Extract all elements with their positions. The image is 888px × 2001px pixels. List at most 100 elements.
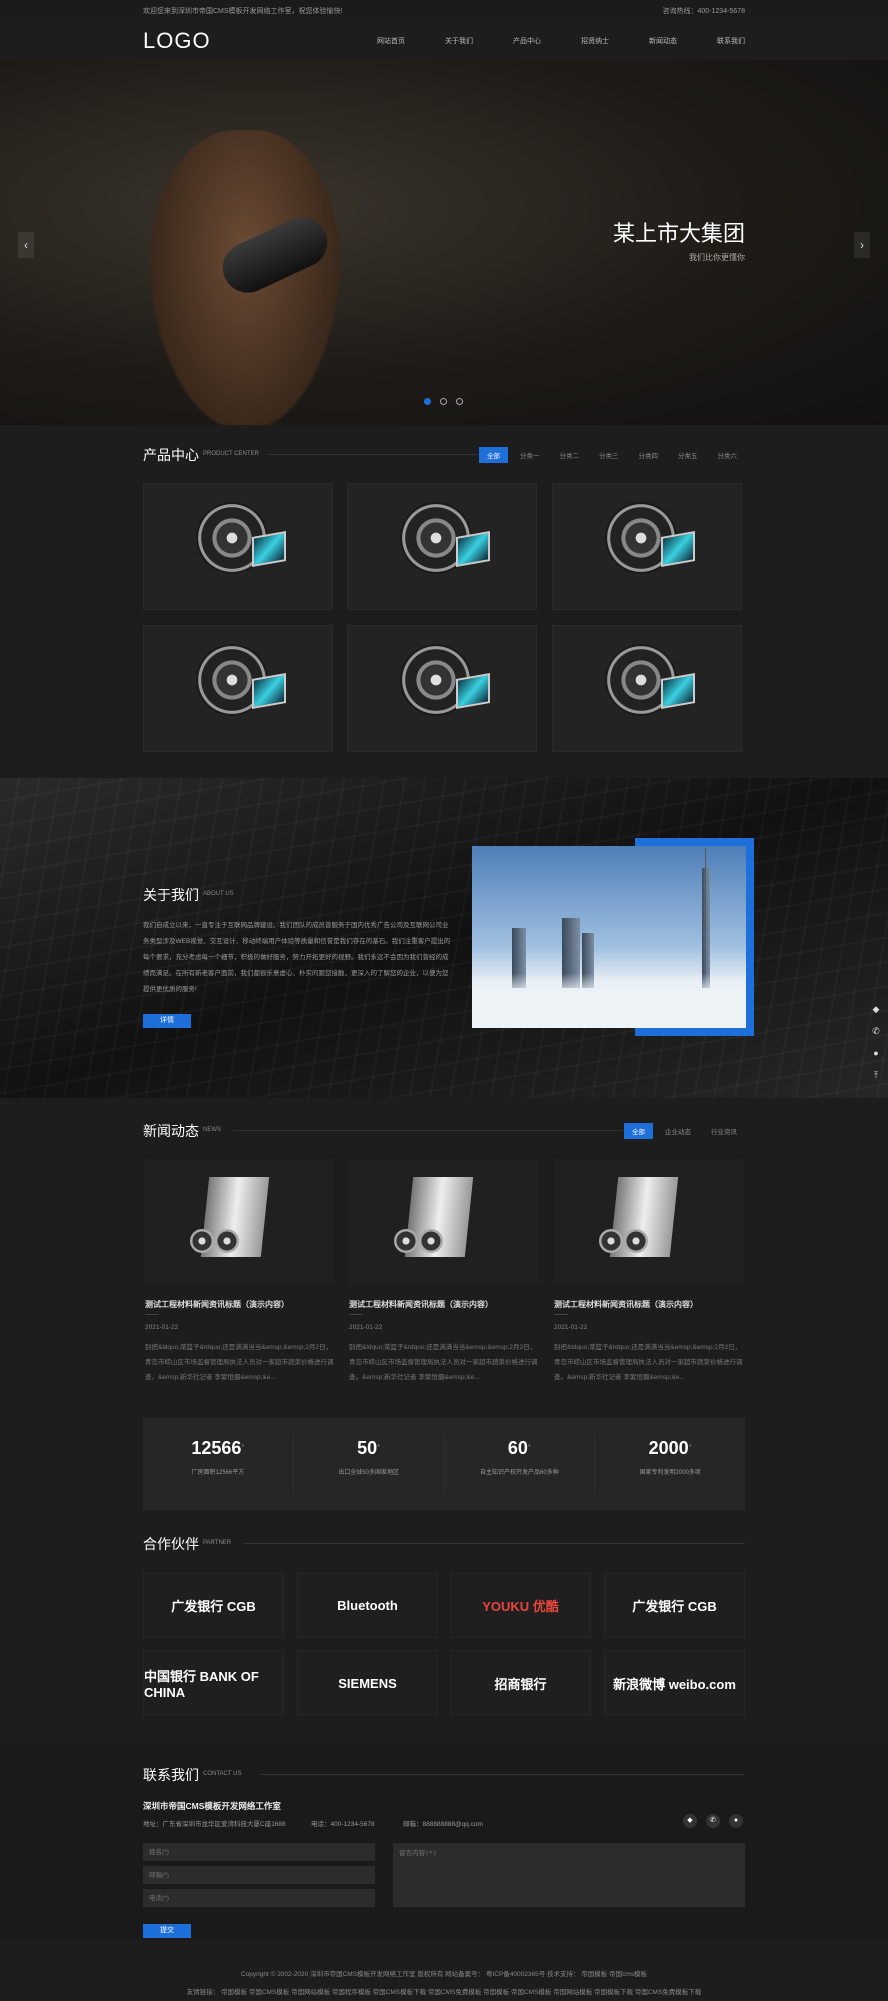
section-title: 产品中心 <box>143 447 199 463</box>
news-title[interactable]: 测试工程材料新闻资讯标题（演示内容） <box>554 1299 698 1310</box>
news-desc: 别把&ldquo;菜篮子&rdquo;还是满满当当&emsp;&emsp;2月2… <box>145 1344 334 1381</box>
partner-logo[interactable]: YOUKU 优酷 <box>450 1572 591 1638</box>
qq-icon[interactable]: ◆ <box>683 1814 697 1828</box>
tab-4[interactable]: 分类四 <box>631 447 667 463</box>
section-subtitle: ABOUT US <box>203 891 234 897</box>
contact-phone: 电话：400-1234-5678 <box>311 1821 375 1828</box>
nav-news[interactable]: 新闻动态 <box>649 36 677 46</box>
stat-desc: 自主知识产权开发产品60多种 <box>480 1470 559 1476</box>
contact-email: 邮箱：888888888@qq.com <box>403 1821 483 1828</box>
contact-header: 联系我们 CONTACT US <box>143 1765 745 1785</box>
product-monitor <box>456 673 490 709</box>
qq-icon[interactable]: ◆ <box>866 1004 886 1022</box>
stat-number: 60 <box>507 1438 528 1458</box>
tab-3[interactable]: 分类三 <box>591 447 627 463</box>
slide-dot[interactable] <box>440 398 447 405</box>
tab-2[interactable]: 行业资讯 <box>703 1123 745 1139</box>
name-input[interactable] <box>143 1843 375 1861</box>
about-text: 我们自成立以来，一直专注于互联网品牌建设。我们团队的成员曾服务于国内优秀广告公司… <box>143 922 451 993</box>
divider <box>268 454 478 455</box>
slide-dot[interactable] <box>424 398 431 405</box>
partner-logo[interactable]: 中国银行 BANK OF CHINA <box>143 1650 284 1716</box>
section-subtitle: PRODUCT CENTER <box>203 451 259 457</box>
stat-item: 12566+ 厂房面积12566平方 <box>143 1434 294 1494</box>
stat-number: 12566 <box>191 1438 242 1458</box>
tab-1[interactable]: 企业动态 <box>657 1123 699 1139</box>
email-input[interactable] <box>143 1866 375 1884</box>
partner-logo[interactable]: SIEMENS <box>297 1650 438 1716</box>
partner-logo[interactable]: 新浪微博 weibo.com <box>604 1650 745 1716</box>
nav-contact[interactable]: 联系我们 <box>717 36 745 46</box>
section-title: 合作伙伴 <box>143 1536 199 1552</box>
section-subtitle: PARTNER <box>203 1540 232 1546</box>
stat-unit: + <box>377 1443 381 1449</box>
section-title: 联系我们 <box>143 1767 199 1783</box>
news-image[interactable] <box>349 1159 538 1285</box>
product-card[interactable] <box>347 625 537 752</box>
partner-logo[interactable]: Bluetooth <box>297 1572 438 1638</box>
product-card[interactable] <box>347 483 537 610</box>
friend-links[interactable]: 友情链接： 帝国模板 帝国CMS模板 帝国网站模板 帝国程序模板 帝国CMS模板… <box>0 1986 888 1996</box>
contact-address: 地址：广东省深圳市龙华区爱湾科技大厦C座1688 <box>143 1821 286 1828</box>
phone-icon[interactable]: ✆ <box>866 1026 886 1044</box>
banner-subtitle: 我们比你更懂你 <box>689 253 745 262</box>
partner-logo[interactable]: 招商银行 <box>450 1650 591 1716</box>
product-card[interactable] <box>552 483 742 610</box>
product-monitor <box>661 531 695 567</box>
stats-bar: 12566+ 厂房面积12566平方 50+ 出口全球50多国家地区 60+ 自主知识产权… <box>143 1418 745 1510</box>
nav-products[interactable]: 产品中心 <box>513 36 541 46</box>
stat-desc: 国家专利发明2000多项 <box>639 1470 701 1476</box>
partner-logo[interactable]: 广发银行 CGB <box>604 1572 745 1638</box>
tab-2[interactable]: 分类二 <box>552 447 588 463</box>
top-bar: 欢迎您来到深圳市帝国CMS模板开发网络工作室，祝您体验愉快! 咨询热线：400-… <box>0 0 888 22</box>
news-tabs: 全部 企业动态 行业资讯 <box>624 1123 745 1139</box>
news-image[interactable] <box>145 1159 334 1285</box>
news-desc: 别把&ldquo;菜篮子&rdquo;还是满满当当&emsp;&emsp;2月2… <box>349 1344 538 1381</box>
banner-next-button[interactable]: › <box>854 232 870 258</box>
back-to-top-icon[interactable]: ⤒ <box>866 1070 886 1088</box>
news-header: 新闻动态 NEWS 全部 企业动态 行业资讯 <box>143 1121 745 1141</box>
tab-0[interactable]: 全部 <box>624 1123 653 1139</box>
wechat-icon[interactable]: ● <box>866 1048 886 1066</box>
tab-0[interactable]: 全部 <box>479 447 508 463</box>
nav-jobs[interactable]: 招贤纳士 <box>581 36 609 46</box>
wechat-icon[interactable]: ● <box>729 1814 743 1828</box>
section-title: 关于我们 <box>143 887 199 903</box>
banner-prev-button[interactable]: ‹ <box>18 232 34 258</box>
submit-button[interactable]: 提交 <box>143 1924 191 1938</box>
hotline: 咨询热线：400-1234-5678 <box>662 8 746 15</box>
phone-input[interactable] <box>143 1889 375 1907</box>
tab-1[interactable]: 分类一 <box>512 447 548 463</box>
logo[interactable]: LOGO <box>143 28 211 54</box>
phone-icon[interactable]: ✆ <box>706 1814 720 1828</box>
nav-home[interactable]: 网站首页 <box>377 36 405 46</box>
partners-header: 合作伙伴 PARTNER <box>143 1534 745 1554</box>
tab-5[interactable]: 分类五 <box>670 447 706 463</box>
news-date: 2021-01-22 <box>554 1324 588 1331</box>
about-details-button[interactable]: 详情 <box>143 1014 191 1028</box>
news-title[interactable]: 测试工程材料新闻资讯标题（演示内容） <box>145 1299 289 1310</box>
product-card[interactable] <box>143 625 333 752</box>
slide-dot[interactable] <box>456 398 463 405</box>
message-textarea[interactable] <box>393 1843 745 1907</box>
news-image[interactable] <box>554 1159 743 1285</box>
product-card[interactable] <box>552 625 742 752</box>
product-monitor <box>661 673 695 709</box>
stat-item: 50+ 出口全球50多国家地区 <box>294 1434 445 1494</box>
partner-logo[interactable]: 广发银行 CGB <box>143 1572 284 1638</box>
footer: Copyright © 2002-2020 深圳市帝国CMS模板开发网络工作室 … <box>0 1940 888 2001</box>
about-city-image <box>472 846 746 1028</box>
stat-unit: + <box>527 1443 531 1449</box>
banner-pagination <box>424 398 463 405</box>
hero-banner: 某上市大集团 我们比你更懂你 ‹ › <box>0 60 888 425</box>
news-title[interactable]: 测试工程材料新闻资讯标题（演示内容） <box>349 1299 493 1310</box>
tab-6[interactable]: 分类六 <box>710 447 746 463</box>
product-monitor <box>252 531 286 567</box>
product-card[interactable] <box>143 483 333 610</box>
section-subtitle: NEWS <box>203 1127 221 1133</box>
nav-about[interactable]: 关于我们 <box>445 36 473 46</box>
banner-title: 某上市大集团 <box>612 221 745 246</box>
news-date: 2021-01-22 <box>349 1324 383 1331</box>
company-name: 深圳市帝国CMS模板开发网络工作室 <box>143 1801 281 1811</box>
stat-item: 60+ 自主知识产权开发产品60多种 <box>445 1434 596 1494</box>
